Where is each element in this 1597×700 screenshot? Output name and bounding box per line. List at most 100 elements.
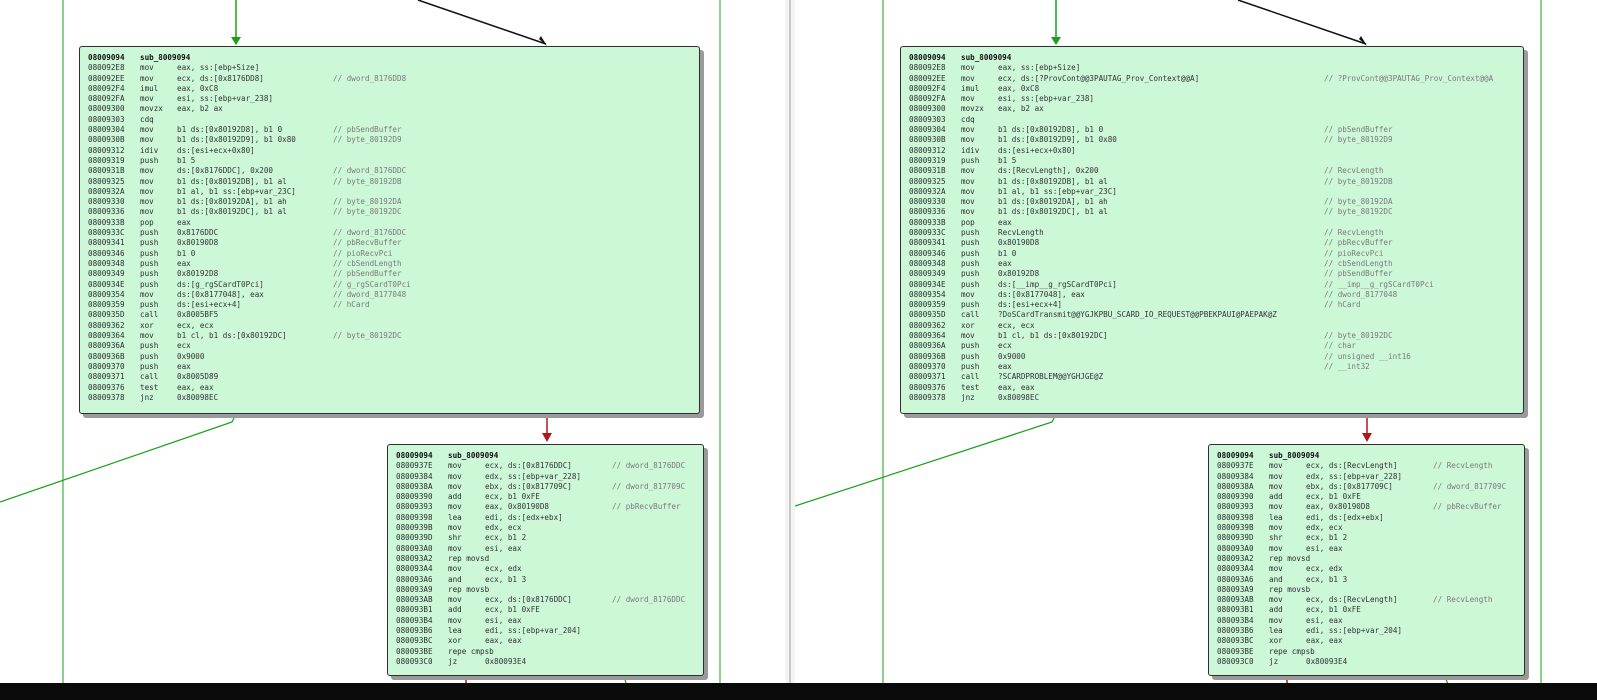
instruction-row[interactable]: 08009303 cdq [909,115,1515,125]
function-name[interactable]: sub_8009094 [1269,451,1319,461]
instruction-row[interactable]: 0800939D shr ecx, b1 2 [1217,533,1516,543]
instruction-row[interactable]: 080093C0 jz 0x80093E4 [396,657,695,667]
instruction-row[interactable]: 0800937E mov ecx, ds:[0x8176DDC] // dword_8… [396,461,695,471]
instruction-row[interactable]: 08009371 call ?SCARDPROBLEM@@YGHJGE@Z [909,372,1515,382]
instruction-row[interactable]: 08009390 add ecx, b1 0xFE [396,492,695,502]
instruction-row[interactable]: 08009370 push eax [88,362,691,372]
instruction-row[interactable]: 08009330 mov b1 ds:[0x80192DA], b1 ah // by… [88,197,691,207]
instruction-row[interactable]: 08009312 idiv ds:[esi+ecx+0x80] [88,146,691,156]
instruction-row[interactable]: 08009336 mov b1 ds:[0x80192DC], b1 al // by… [909,207,1515,217]
instruction-row[interactable]: 0800933B pop eax [88,218,691,228]
instruction-row[interactable]: 0800939B mov edx, ecx [1217,523,1516,533]
left-basic-block-1[interactable]: 08009094 sub_8009094 080092E8 mov eax, ss:[e… [79,46,700,414]
instruction-row[interactable]: 08009300 movzx eax, b2 ax [909,104,1515,114]
instruction-row[interactable]: 08009304 mov b1 ds:[0x80192D8], b1 0 // pbS… [909,125,1515,135]
pane-splitter[interactable] [785,0,795,700]
right-graph-view[interactable]: 08009094 sub_8009094 080092E8 mov eax, ss:[e… [795,0,1597,700]
instruction-row[interactable]: 0800936A push ecx // char [909,341,1515,351]
instruction-row[interactable]: 080093BC xor eax, eax [396,636,695,646]
instruction-row[interactable]: 0800930B mov b1 ds:[0x80192D9], b1 0x80 // … [909,135,1515,145]
instruction-row[interactable]: 080093AB mov ecx, ds:[0x8176DDC] // dword_8… [396,595,695,605]
instruction-row[interactable]: 08009346 push b1 0 // pioRecvPci [909,249,1515,259]
function-name[interactable]: sub_8009094 [961,53,1011,63]
instruction-row[interactable]: 0800932A mov b1 al, b1 ss:[ebp+var_23C] [88,187,691,197]
instruction-row[interactable]: 080093B1 add ecx, b1 0xFE [1217,605,1516,615]
instruction-row[interactable]: 080093BE repe cmpsb [1217,647,1516,657]
instruction-row[interactable]: 08009341 push 0x80190D8 // pbRecvBuffer [88,238,691,248]
instruction-row[interactable]: 080093A9 rep movsb [396,585,695,595]
instruction-row[interactable]: 080092EE mov ecx, ds:[0x8176DD8] // dword_8… [88,74,691,84]
instruction-row[interactable]: 08009341 push 0x80190D8 // pbRecvBuffer [909,238,1515,248]
instruction-row[interactable]: 080093A2 rep movsd [396,554,695,564]
instruction-row[interactable]: 0800936A push ecx [88,341,691,351]
instruction-row[interactable]: 08009349 push 0x80192D8 // pbSendBuffer [88,269,691,279]
instruction-row[interactable]: 0800932A mov b1 al, b1 ss:[ebp+var_23C] [909,187,1515,197]
instruction-row[interactable]: 080093C0 jz 0x80093E4 [1217,657,1516,667]
instruction-row[interactable]: 08009384 mov edx, ss:[ebp+var_228] [1217,472,1516,482]
instruction-row[interactable]: 080093B6 lea edi, ss:[ebp+var_204] [1217,626,1516,636]
instruction-row[interactable]: 080092EE mov ecx, ds:[?ProvCont@@3PAUTAG_P… [909,74,1515,84]
instruction-row[interactable]: 0800933B pop eax [909,218,1515,228]
instruction-row[interactable]: 0800931B mov ds:[0x8176DDC], 0x200 // dword… [88,166,691,176]
instruction-row[interactable]: 08009393 mov eax, 0x80190D8 // pbRecvBuffer [1217,502,1516,512]
instruction-row[interactable]: 080092F4 imul eax, 0xC8 [909,84,1515,94]
instruction-row[interactable]: 08009390 add ecx, b1 0xFE [1217,492,1516,502]
instruction-row[interactable]: 0800939D shr ecx, b1 2 [396,533,695,543]
instruction-row[interactable]: 080093BE repe cmpsb [396,647,695,657]
instruction-row[interactable]: 08009354 mov ds:[0x8177048], eax // dword_8… [88,290,691,300]
instruction-row[interactable]: 080093A9 rep movsb [1217,585,1516,595]
instruction-row[interactable]: 08009319 push b1 5 [88,156,691,166]
instruction-row[interactable]: 08009362 xor ecx, ecx [88,321,691,331]
instruction-row[interactable]: 08009364 mov b1 cl, b1 ds:[0x80192DC] // by… [88,331,691,341]
instruction-row[interactable]: 0800939B mov edx, ecx [396,523,695,533]
instruction-row[interactable]: 08009312 idiv ds:[esi+ecx+0x80] [909,146,1515,156]
instruction-row[interactable]: 080093A4 mov ecx, edx [1217,564,1516,574]
instruction-row[interactable]: 08009378 jnz 0x80098EC [909,393,1515,403]
instruction-row[interactable]: 080093B4 mov esi, eax [396,616,695,626]
instruction-row[interactable]: 0800935D call ?DoSCardTransmit@@YGJKPBU_SC… [909,310,1515,320]
instruction-row[interactable]: 080093A2 rep movsd [1217,554,1516,564]
instruction-row[interactable]: 080092FA mov esi, ss:[ebp+var_238] [909,94,1515,104]
instruction-row[interactable]: 080092E8 mov eax, ss:[ebp+Size] [88,63,691,73]
instruction-row[interactable]: 080093A6 and ecx, b1 3 [396,575,695,585]
instruction-row[interactable]: 08009336 mov b1 ds:[0x80192DC], b1 al // by… [88,207,691,217]
instruction-row[interactable]: 080092FA mov esi, ss:[ebp+var_238] [88,94,691,104]
instruction-row[interactable]: 08009359 push ds:[esi+ecx+4] // hCard [909,300,1515,310]
function-name[interactable]: sub_8009094 [448,451,498,461]
instruction-row[interactable]: 08009393 mov eax, 0x80190D8 // pbRecvBuffer [396,502,695,512]
instruction-row[interactable]: 080093BC xor eax, eax [1217,636,1516,646]
instruction-row[interactable]: 08009376 test eax, eax [88,383,691,393]
instruction-row[interactable]: 0800936B push 0x9000 [88,352,691,362]
left-basic-block-2[interactable]: 08009094 sub_8009094 0800937E mov ecx, ds:[0… [387,444,704,676]
instruction-row[interactable]: 080093A4 mov ecx, edx [396,564,695,574]
right-basic-block-2[interactable]: 08009094 sub_8009094 0800937E mov ecx, ds:[R… [1208,444,1525,676]
instruction-row[interactable]: 08009300 movzx eax, b2 ax [88,104,691,114]
instruction-row[interactable]: 080093B4 mov esi, eax [1217,616,1516,626]
instruction-row[interactable]: 080093B1 add ecx, b1 0xFE [396,605,695,615]
instruction-row[interactable]: 0800931B mov ds:[RecvLength], 0x200 // Recv… [909,166,1515,176]
instruction-row[interactable]: 080093B6 lea edi, ss:[ebp+var_204] [396,626,695,636]
instruction-row[interactable]: 08009348 push eax // cbSendLength [88,259,691,269]
instruction-row[interactable]: 0800934E push ds:[g_rgSCardT0Pci] // g_rgSC… [88,280,691,290]
instruction-row[interactable]: 080093A0 mov esi, eax [396,544,695,554]
instruction-row[interactable]: 08009304 mov b1 ds:[0x80192D8], b1 0 // pbS… [88,125,691,135]
instruction-row[interactable]: 08009378 jnz 0x80098EC [88,393,691,403]
instruction-row[interactable]: 0800936B push 0x9000 // unsigned __int16 [909,352,1515,362]
instruction-row[interactable]: 0800938A mov ebx, ds:[0x817709C] // dword_8… [1217,482,1516,492]
instruction-row[interactable]: 08009370 push eax // __int32 [909,362,1515,372]
instruction-row[interactable]: 08009348 push eax // cbSendLength [909,259,1515,269]
instruction-row[interactable]: 0800934E push ds:[__imp__g_rgSCardT0Pci] //… [909,280,1515,290]
instruction-row[interactable]: 0800935D call 0x8005BF5 [88,310,691,320]
function-name[interactable]: sub_8009094 [140,53,190,63]
instruction-row[interactable]: 08009364 mov b1 cl, b1 ds:[0x80192DC] // by… [909,331,1515,341]
instruction-row[interactable]: 08009330 mov b1 ds:[0x80192DA], b1 ah // by… [909,197,1515,207]
instruction-row[interactable]: 080093A6 and ecx, b1 3 [1217,575,1516,585]
instruction-row[interactable]: 08009371 call 0x8005D89 [88,372,691,382]
instruction-row[interactable]: 08009325 mov b1 ds:[0x80192DB], b1 al // by… [88,177,691,187]
instruction-row[interactable]: 0800933C push RecvLength // RecvLength [909,228,1515,238]
instruction-row[interactable]: 080092E8 mov eax, ss:[ebp+Size] [909,63,1515,73]
instruction-row[interactable]: 08009359 push ds:[esi+ecx+4] // hCard [88,300,691,310]
instruction-row[interactable]: 08009384 mov edx, ss:[ebp+var_228] [396,472,695,482]
instruction-row[interactable]: 08009376 test eax, eax [909,383,1515,393]
instruction-row[interactable]: 080093AB mov ecx, ds:[RecvLength] // RecvLe… [1217,595,1516,605]
